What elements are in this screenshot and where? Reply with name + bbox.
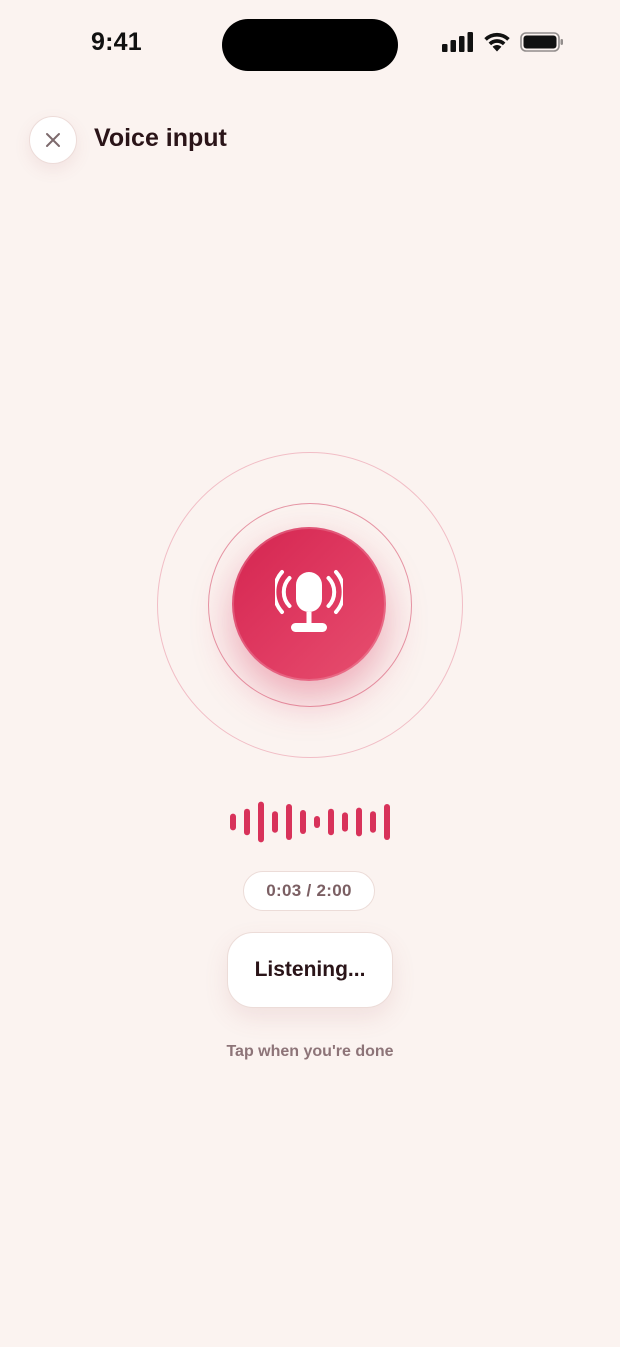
audio-waveform	[230, 801, 390, 843]
waveform-bar	[384, 804, 390, 840]
dynamic-island	[222, 19, 398, 71]
cellular-signal-icon	[442, 32, 473, 52]
waveform-bar	[286, 804, 292, 840]
mic-button[interactable]	[232, 527, 386, 681]
mic-area	[157, 452, 463, 758]
header: Voice input	[0, 108, 620, 172]
status-time: 9:41	[91, 28, 142, 56]
status-bar: 9:41	[0, 0, 620, 92]
battery-icon	[520, 32, 563, 52]
listening-button[interactable]: Listening...	[227, 932, 393, 1008]
close-button[interactable]	[29, 116, 77, 164]
hint-text: Tap when you're done	[226, 1043, 394, 1060]
waveform-bar	[230, 813, 236, 831]
waveform-bar	[370, 811, 376, 833]
close-icon	[46, 133, 60, 147]
waveform-bar	[356, 807, 362, 837]
waveform-bar	[342, 812, 348, 832]
wifi-icon	[484, 32, 510, 52]
waveform-bar	[244, 808, 250, 836]
microphone-broadcast-icon	[275, 570, 343, 632]
status-icons	[442, 32, 564, 52]
waveform-bar	[314, 816, 320, 828]
waveform-bar	[328, 808, 334, 836]
waveform-bar	[258, 801, 264, 843]
recording-timer: 0:03 / 2:00	[243, 871, 375, 911]
waveform-bar	[272, 811, 278, 833]
waveform-bar	[300, 810, 306, 834]
page-title: Voice input	[94, 124, 227, 152]
